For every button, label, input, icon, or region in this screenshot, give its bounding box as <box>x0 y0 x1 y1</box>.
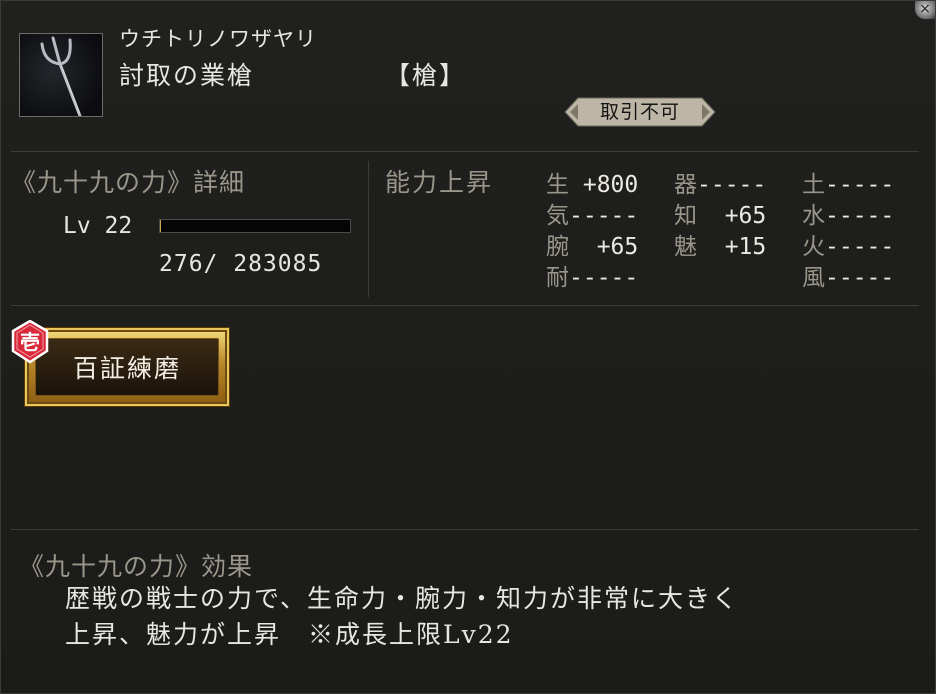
experience-bar <box>159 219 351 233</box>
stat-dexterity: 器----- <box>674 172 767 198</box>
stat-strength: 腕 +65 <box>546 234 639 260</box>
stat-fire: 火----- <box>802 234 895 260</box>
detail-title: 《九十九の力》詳細 <box>11 168 246 197</box>
close-button[interactable]: × <box>915 1 935 19</box>
header-divider <box>11 151 919 152</box>
trade-status-label: 取引不可 <box>599 101 680 123</box>
stat-charm: 魅 +15 <box>674 234 767 260</box>
stat-earth: 土----- <box>802 172 895 198</box>
skill-name: 百証練磨 <box>72 354 181 383</box>
effect-description-line-2: 上昇、魅力が上昇 ※成長上限Lv22 <box>65 620 514 649</box>
stat-endurance: 耐----- <box>546 265 639 291</box>
stats-divider <box>11 305 919 306</box>
stats-title: 能力上昇 <box>385 168 494 197</box>
stat-wind: 風----- <box>802 265 895 291</box>
effect-divider <box>11 529 919 530</box>
stat-water: 水----- <box>802 203 895 229</box>
item-detail-panel: × ウチトリノワザヤリ 討取の業槍 【槍】 取引不可 《九十九の力》詳細 Lv … <box>0 0 936 694</box>
stat-intelligence: 知 +65 <box>674 203 767 229</box>
skill-rank: 壱 <box>20 330 40 354</box>
stat-life: 生 +800 <box>546 172 639 198</box>
effect-description-line-1: 歴戦の戦士の力で、生命力・腕力・知力が非常に大きく <box>65 584 740 613</box>
trident-spear-icon <box>19 33 103 118</box>
stat-spirit: 気----- <box>546 203 639 229</box>
effect-title: 《九十九の力》効果 <box>19 552 254 581</box>
item-name-reading: ウチトリノワザヤリ <box>119 27 317 51</box>
item-name: 討取の業槍 <box>119 61 255 90</box>
experience-text: 276/ 283085 <box>159 251 323 277</box>
item-category: 【槍】 <box>385 61 467 90</box>
level-label: Lv 22 <box>63 213 133 239</box>
skill-badge[interactable]: 百証練磨 <box>25 328 229 406</box>
trade-status-badge: 取引不可 <box>564 97 716 127</box>
close-icon: × <box>919 1 931 17</box>
column-divider <box>368 161 369 297</box>
